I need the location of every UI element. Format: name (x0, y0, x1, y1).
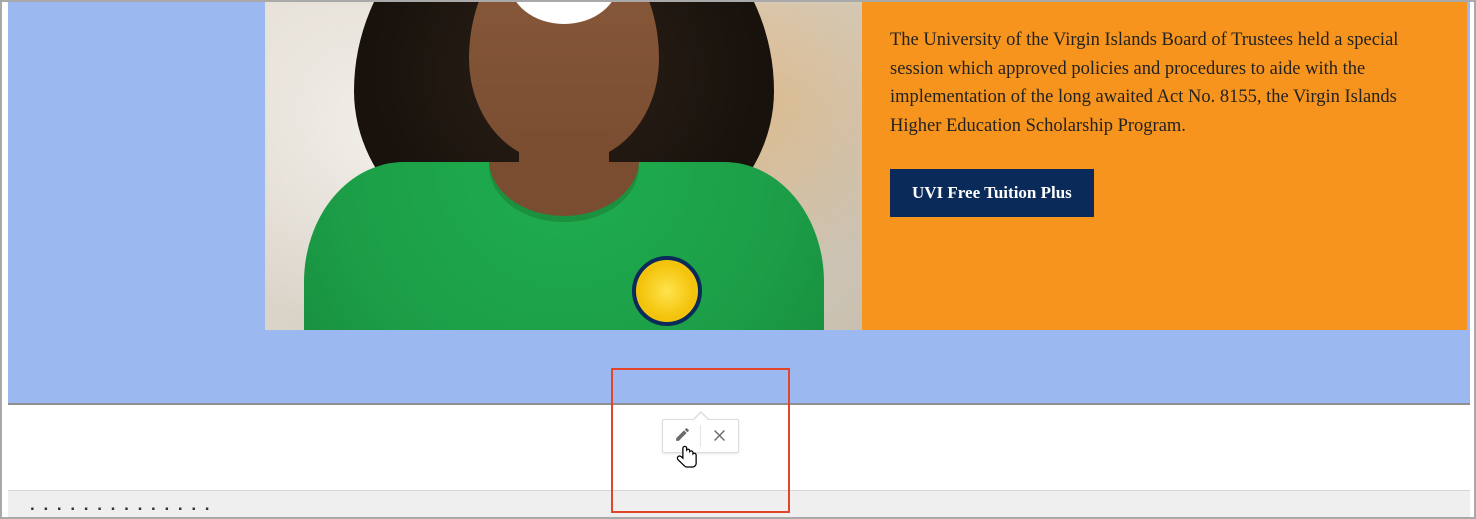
photo-badge (632, 256, 702, 326)
hero-text-panel: The University of the Virgin Islands Boa… (862, 2, 1467, 330)
hero-photo (265, 2, 862, 330)
edit-button[interactable] (664, 420, 700, 452)
bottom-band: . . . . . . . . . . . . . . (8, 490, 1470, 517)
close-icon (711, 426, 728, 446)
bottom-partial-text: . . . . . . . . . . . . . . (30, 495, 212, 515)
viewport-frame: The University of the Virgin Islands Boa… (0, 0, 1476, 519)
hero-body-text: The University of the Virgin Islands Boa… (890, 26, 1439, 141)
pencil-icon (674, 426, 691, 446)
hero-card: The University of the Virgin Islands Boa… (265, 2, 1467, 330)
photo-smile (509, 2, 619, 24)
edit-popover (662, 419, 739, 453)
cta-button[interactable]: UVI Free Tuition Plus (890, 169, 1094, 217)
white-strip (8, 405, 1470, 490)
close-button[interactable] (701, 420, 737, 452)
